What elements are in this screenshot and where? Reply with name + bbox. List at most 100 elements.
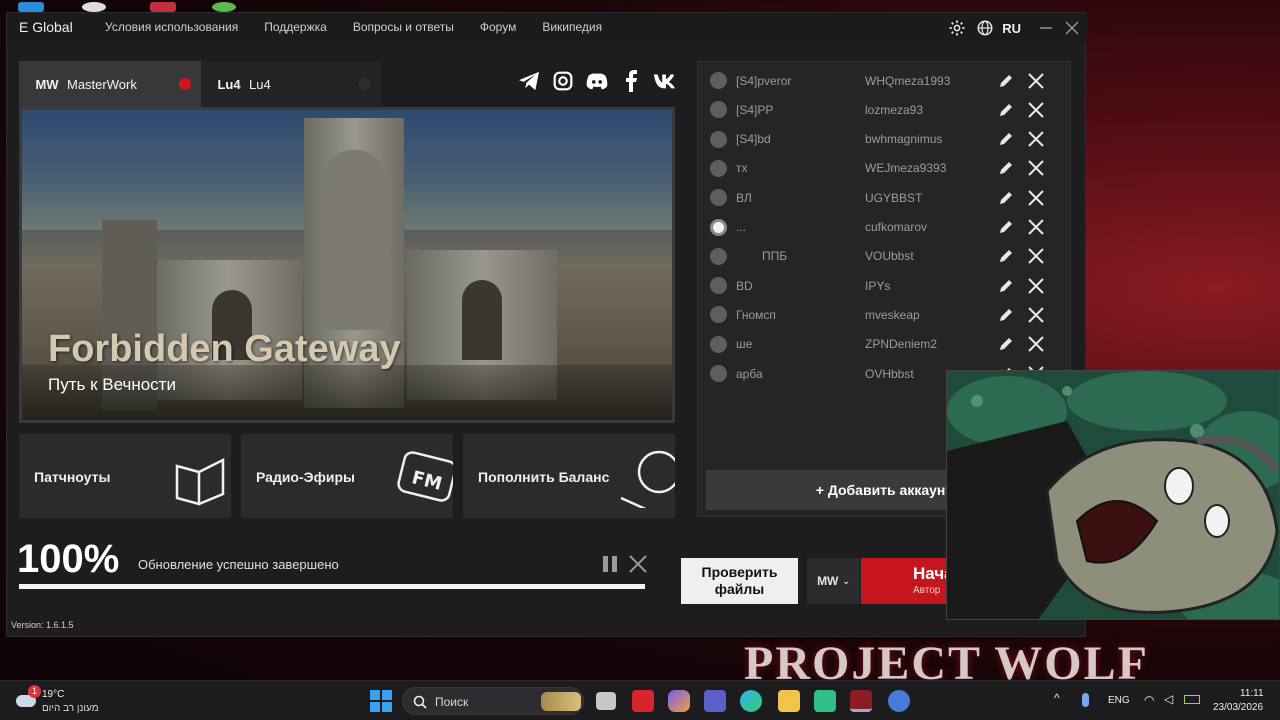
close-icon[interactable] [1027,72,1045,90]
taskbar-search[interactable]: Поиск [402,687,584,715]
telegram-icon[interactable] [517,69,541,93]
weather-widget[interactable]: 1 19°C מעונן רב היום [16,685,116,717]
hero-banner[interactable]: Forbidden Gateway Путь к Вечности [19,107,675,423]
chevron-down-icon: ⌄ [842,575,850,586]
minimize-icon[interactable] [1035,17,1057,39]
title-bar: E Global Условия использования Поддержка… [7,13,1087,43]
tab-lu4[interactable]: Lu4 Lu4 [201,61,381,107]
account-radio[interactable] [710,218,727,236]
account-row[interactable]: ше ZPNDeniem2 [698,330,1070,359]
close-icon[interactable] [627,553,649,575]
progress-bar [19,584,645,589]
close-icon[interactable] [1027,218,1045,236]
tab-label: MasterWork [67,76,137,92]
desktop-icon[interactable] [150,2,176,12]
close-icon[interactable] [1027,189,1045,207]
app-icon[interactable] [888,690,910,712]
pencil-icon[interactable] [998,219,1014,235]
account-row[interactable]: Гномсп mveskeap [698,300,1070,329]
desktop-icon[interactable] [82,2,106,12]
pencil-icon[interactable] [998,102,1014,118]
close-icon[interactable] [1027,277,1045,295]
account-radio[interactable] [710,159,727,177]
desktop-icon[interactable] [212,2,236,12]
account-radio[interactable] [710,189,727,207]
teams-icon[interactable] [704,690,726,712]
close-icon[interactable] [1027,159,1045,177]
gear-icon[interactable] [946,17,968,39]
globe-icon[interactable] [974,17,996,39]
instagram-icon[interactable] [551,69,575,93]
tab-masterwork[interactable]: MW MasterWork [19,61,201,107]
account-name: ВЛ [736,190,752,205]
account-radio[interactable] [710,72,727,89]
chevron-up-icon[interactable]: ^ [1054,691,1060,705]
account-row[interactable]: ВЛ UGYBBST [698,183,1070,212]
launcher-app-icon[interactable] [850,690,872,712]
nav-faq[interactable]: Вопросы и ответы [353,20,454,34]
video-overlay[interactable] [946,370,1280,620]
account-name: ППБ [762,249,788,264]
close-icon[interactable] [1027,130,1045,148]
pencil-icon[interactable] [998,131,1014,147]
tab-label: Lu4 [249,76,271,92]
pencil-icon[interactable] [998,73,1014,89]
tile-balance[interactable]: Пополнить Баланс [463,434,675,518]
account-row[interactable]: BD IPYs [698,271,1070,300]
account-radio[interactable] [710,101,727,119]
pencil-icon[interactable] [998,248,1014,264]
account-row[interactable]: [S4]pveror WHQmeza1993 [698,66,1070,95]
account-radio[interactable] [710,130,727,148]
close-icon[interactable] [1027,335,1045,353]
clock-date[interactable]: 23/03/2026 [1213,702,1263,713]
pdf-app-icon[interactable] [632,690,654,712]
account-row[interactable]: [S4]PP lozmeza93 [698,95,1070,124]
close-icon[interactable] [1061,17,1083,39]
input-language[interactable]: ENG [1108,695,1130,706]
language-selector[interactable]: RU [1002,21,1021,36]
account-radio[interactable] [710,277,727,295]
account-row[interactable]: тх WEJmeza9393 [698,154,1070,183]
pencil-icon[interactable] [998,307,1014,323]
masterwork-logo: MW [35,76,59,92]
account-radio[interactable] [710,335,727,353]
close-icon[interactable] [1027,306,1045,324]
close-icon[interactable] [1027,247,1045,265]
account-radio[interactable] [710,365,727,382]
nav-terms[interactable]: Условия использования [105,20,238,34]
nav-support[interactable]: Поддержка [264,20,327,34]
copilot-icon[interactable] [668,690,690,712]
windows-start-icon[interactable] [370,690,392,712]
battery-icon[interactable] [1184,695,1200,704]
account-radio[interactable] [710,306,727,324]
account-row[interactable]: ... cufkomarov [698,213,1070,242]
server-select[interactable]: MW ⌄ [807,558,860,604]
desktop-icon[interactable] [18,2,44,12]
volume-icon[interactable]: ◁ [1164,692,1173,706]
book-icon [173,446,231,508]
microphone-icon[interactable] [1082,693,1089,707]
pencil-icon[interactable] [998,160,1014,176]
check-files-button[interactable]: Проверить файлы [681,558,798,604]
pencil-icon[interactable] [998,190,1014,206]
close-icon[interactable] [1027,101,1045,119]
clock-time[interactable]: 11:11 [1240,688,1264,699]
account-row[interactable]: [S4]bd bwhmagnimus [698,125,1070,154]
tile-patchnotes[interactable]: Патчноуты [19,434,231,518]
file-explorer-icon[interactable] [778,690,800,712]
discord-icon[interactable] [585,69,609,93]
edge-icon[interactable] [740,690,762,712]
tile-radio[interactable]: Радио-Эфиры FM [241,434,453,518]
pencil-icon[interactable] [998,336,1014,352]
pencil-icon[interactable] [998,278,1014,294]
nav-wiki[interactable]: Википедия [542,20,602,34]
account-row[interactable]: ППБ VOUbbst [698,242,1070,271]
account-radio[interactable] [710,247,727,265]
nav-forum[interactable]: Форум [480,20,516,34]
chat-app-icon[interactable] [814,690,836,712]
facebook-icon[interactable] [619,69,643,93]
vk-icon[interactable] [653,69,677,93]
task-view-icon[interactable] [596,692,616,710]
wifi-icon[interactable]: ◠ [1144,693,1154,707]
pause-button[interactable] [603,553,621,575]
